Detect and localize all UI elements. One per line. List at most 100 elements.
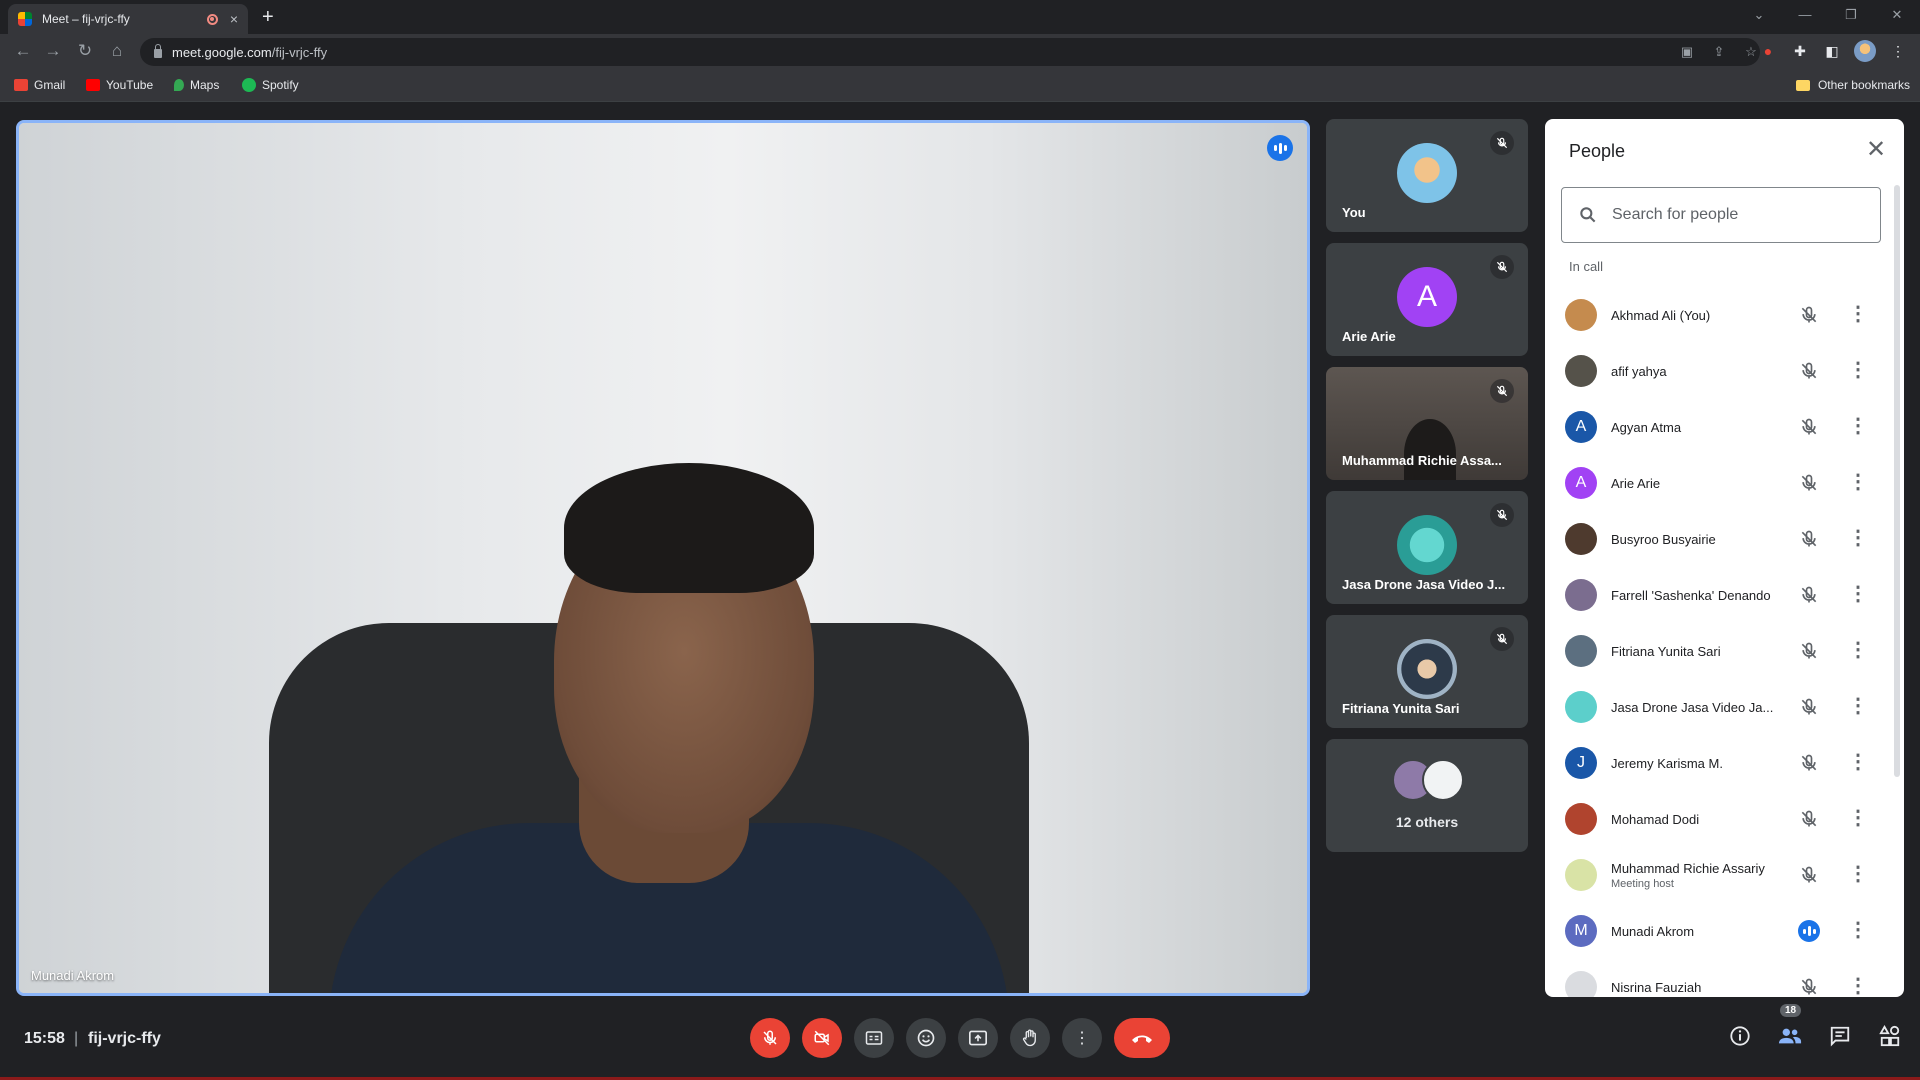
profile-avatar[interactable] <box>1854 40 1876 62</box>
participant-role: Meeting host <box>1611 877 1674 890</box>
other-bookmarks[interactable]: Other bookmarks <box>1795 78 1910 92</box>
address-bar[interactable]: meet.google.com /fij-vrjc-ffy ▣ ⇪ ☆ <box>140 38 1760 66</box>
mic-off-icon[interactable] <box>1798 528 1820 550</box>
more-vert-icon[interactable]: ⋮ <box>1846 751 1870 775</box>
more-vert-icon[interactable]: ⋮ <box>1846 583 1870 607</box>
bookmark-maps[interactable]: Maps <box>174 78 219 92</box>
mic-off-icon[interactable] <box>1798 472 1820 494</box>
more-vert-icon[interactable]: ⋮ <box>1846 471 1870 495</box>
mic-off-icon[interactable] <box>1798 304 1820 326</box>
participant-name: Jeremy Karisma M. <box>1611 755 1723 771</box>
more-vert-icon[interactable]: ⋮ <box>1846 695 1870 719</box>
mic-off-icon[interactable] <box>1798 696 1820 718</box>
participant-row[interactable]: afif yahya ⋮ <box>1545 343 1888 399</box>
tile-you[interactable]: You <box>1326 119 1528 232</box>
tab-close-button[interactable]: × <box>230 11 238 27</box>
lock-icon[interactable] <box>154 43 162 58</box>
participant-row[interactable]: A Agyan Atma ⋮ <box>1545 399 1888 455</box>
extension-shield-icon[interactable]: ● <box>1758 43 1778 59</box>
search-input[interactable] <box>1612 206 1872 224</box>
browser-tab[interactable]: Meet – fij-vrjc-ffy × <box>8 4 248 34</box>
more-vert-icon[interactable]: ⋮ <box>1846 919 1870 943</box>
avatar <box>1565 691 1597 723</box>
participant-row[interactable]: Busyroo Busyairie ⋮ <box>1545 511 1888 567</box>
new-tab-button[interactable]: + <box>262 6 274 29</box>
close-icon[interactable]: ✕ <box>1864 138 1888 163</box>
meet-favicon-icon <box>18 12 32 26</box>
more-vert-icon[interactable]: ⋮ <box>1846 863 1870 887</box>
participant-row[interactable]: J Jeremy Karisma M. ⋮ <box>1545 735 1888 791</box>
chat-button[interactable] <box>1828 1024 1852 1048</box>
tile-name: Jasa Drone Jasa Video J... <box>1342 577 1506 592</box>
avatar <box>1565 579 1597 611</box>
present-screen-button[interactable] <box>958 1018 998 1058</box>
url-path: /fij-vrjc-ffy <box>271 44 328 60</box>
extensions-puzzle-icon[interactable]: ✚ <box>1790 43 1810 60</box>
activities-button[interactable] <box>1878 1024 1902 1048</box>
captions-button[interactable] <box>854 1018 894 1058</box>
meeting-code: fij-vrjc-ffy <box>88 1030 161 1047</box>
mic-off-icon[interactable] <box>1798 752 1820 774</box>
participant-row[interactable]: Akhmad Ali (You) ⋮ <box>1545 287 1888 343</box>
tab-search-icon[interactable]: ⌄ <box>1736 0 1782 30</box>
participant-row[interactable]: Jasa Drone Jasa Video Ja... ⋮ <box>1545 679 1888 735</box>
tile-fitriana[interactable]: Fitriana Yunita Sari <box>1326 615 1528 728</box>
participant-row[interactable]: A Arie Arie ⋮ <box>1545 455 1888 511</box>
participant-row[interactable]: M Munadi Akrom ⋮ <box>1545 903 1888 959</box>
panel-scrollbar[interactable] <box>1894 185 1900 777</box>
more-vert-icon[interactable]: ⋮ <box>1846 807 1870 831</box>
more-vert-icon[interactable]: ⋮ <box>1846 527 1870 551</box>
mic-toggle-button[interactable] <box>750 1018 790 1058</box>
reactions-button[interactable] <box>906 1018 946 1058</box>
more-vert-icon[interactable]: ⋮ <box>1846 415 1870 439</box>
mic-off-icon[interactable] <box>1798 584 1820 606</box>
tile-muhammad-richie[interactable]: Muhammad Richie Assa... <box>1326 367 1528 480</box>
camera-toggle-button[interactable] <box>802 1018 842 1058</box>
more-vert-icon[interactable]: ⋮ <box>1846 639 1870 663</box>
meeting-details-button[interactable] <box>1728 1024 1752 1048</box>
main-video-stage[interactable]: Munadi Akrom <box>16 120 1310 996</box>
mic-off-icon[interactable] <box>1798 416 1820 438</box>
tile-name: You <box>1342 205 1366 220</box>
tile-others[interactable]: 12 others <box>1326 739 1528 852</box>
more-vert-icon[interactable]: ⋮ <box>1846 359 1870 383</box>
home-icon[interactable]: ⌂ <box>106 41 128 61</box>
speaking-indicator-icon[interactable] <box>1798 920 1820 942</box>
mic-off-icon[interactable] <box>1798 640 1820 662</box>
bookmarks-bar: Gmail YouTube Maps Spotify Other bookmar… <box>0 70 1920 102</box>
side-panel-icon[interactable]: ◧ <box>1822 43 1842 60</box>
bookmark-spotify[interactable]: Spotify <box>242 78 299 92</box>
minimize-icon[interactable]: — <box>1782 0 1828 30</box>
people-search-field[interactable] <box>1561 187 1881 243</box>
window-close-icon[interactable]: ✕ <box>1874 0 1920 30</box>
back-icon[interactable]: ← <box>12 41 34 61</box>
more-vert-icon[interactable]: ⋮ <box>1846 975 1870 997</box>
people-button[interactable]: 18 <box>1778 1004 1802 1048</box>
bookmark-gmail[interactable]: Gmail <box>14 78 65 92</box>
participant-row[interactable]: Mohamad Dodi ⋮ <box>1545 791 1888 847</box>
forward-icon[interactable]: → <box>42 41 64 61</box>
leave-call-button[interactable] <box>1114 1018 1170 1058</box>
participant-row[interactable]: Farrell 'Sashenka' Denando ⋮ <box>1545 567 1888 623</box>
mic-off-icon[interactable] <box>1798 976 1820 997</box>
bookmark-youtube[interactable]: YouTube <box>86 78 153 92</box>
people-icon <box>1778 1028 1802 1044</box>
participant-row[interactable]: Muhammad Richie Assariy Meeting host ⋮ <box>1545 847 1888 903</box>
tile-arie-arie[interactable]: A Arie Arie <box>1326 243 1528 356</box>
tile-jasa-drone[interactable]: Jasa Drone Jasa Video J... <box>1326 491 1528 604</box>
participant-row[interactable]: Fitriana Yunita Sari ⋮ <box>1545 623 1888 679</box>
browser-menu-icon[interactable]: ⋮ <box>1888 43 1908 60</box>
restore-icon[interactable]: ❐ <box>1828 0 1874 30</box>
extension-icons: ● ✚ ◧ ⋮ <box>1758 40 1908 62</box>
camera-in-use-icon[interactable]: ▣ <box>1678 44 1696 60</box>
mic-off-icon[interactable] <box>1798 864 1820 886</box>
mic-off-icon[interactable] <box>1798 360 1820 382</box>
participant-name: Farrell 'Sashenka' Denando <box>1611 587 1771 603</box>
reload-icon[interactable]: ↻ <box>74 41 96 61</box>
mic-off-icon[interactable] <box>1798 808 1820 830</box>
share-icon[interactable]: ⇪ <box>1710 44 1728 60</box>
participant-row[interactable]: Nisrina Fauziah ⋮ <box>1545 959 1888 997</box>
more-options-button[interactable]: ⋮ <box>1062 1018 1102 1058</box>
more-vert-icon[interactable]: ⋮ <box>1846 303 1870 327</box>
raise-hand-button[interactable] <box>1010 1018 1050 1058</box>
